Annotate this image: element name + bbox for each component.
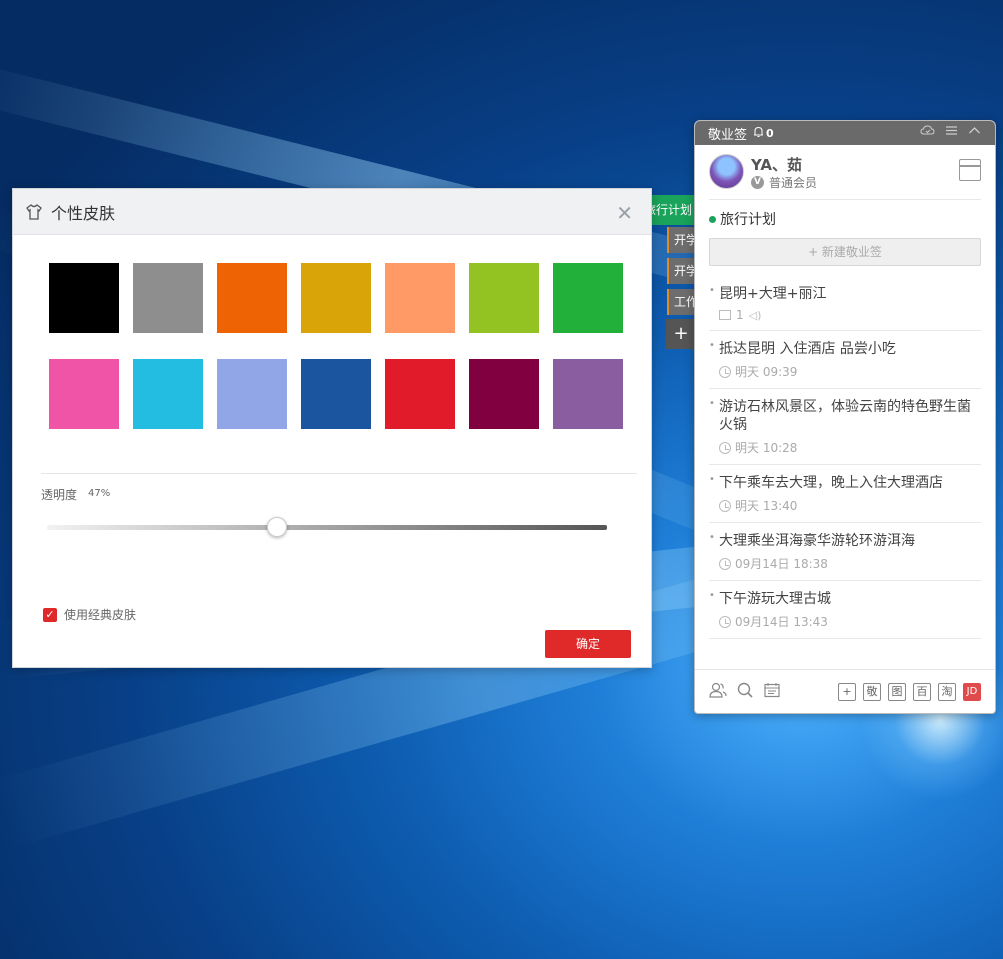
image-button[interactable]: 图 xyxy=(888,682,906,701)
note-meta: 明天 09:39 xyxy=(709,363,981,380)
menu-icon[interactable] xyxy=(945,124,958,137)
note-meta: 1 ◁) xyxy=(709,308,981,322)
cloud-sync-icon[interactable] xyxy=(920,124,935,137)
jingye-button[interactable]: 敬 xyxy=(863,682,881,701)
category-name: 旅行计划 xyxy=(720,212,776,228)
note-text: 下午游玩大理古城 xyxy=(709,590,981,608)
note-item[interactable]: 游访石林风景区，体验云南的特色野生菌火锅明天 10:28 xyxy=(709,389,981,465)
note-text: 抵达昆明 入住酒店 品尝小吃 xyxy=(709,340,981,358)
confirm-button[interactable]: 确定 xyxy=(545,630,631,658)
attachment-count: 1 xyxy=(736,308,744,322)
shirt-icon xyxy=(26,203,42,220)
note-list: 昆明+大理+丽江1◁)抵达昆明 入住酒店 品尝小吃明天 09:39游访石林风景区… xyxy=(709,276,981,639)
clock-icon xyxy=(719,557,731,570)
category-dot-icon xyxy=(709,215,716,223)
note-time: 09月14日 18:38 xyxy=(735,557,828,571)
note-text: 昆明+大理+丽江 xyxy=(709,285,981,303)
note-meta: 09月14日 18:38 xyxy=(709,555,981,572)
reminder-count: 0 xyxy=(766,126,774,140)
search-icon[interactable] xyxy=(736,681,754,703)
color-swatch[interactable] xyxy=(133,263,203,333)
color-swatch[interactable] xyxy=(301,263,371,333)
image-icon xyxy=(719,310,731,320)
note-item[interactable]: 抵达昆明 入住酒店 品尝小吃明天 09:39 xyxy=(709,331,981,389)
add-button[interactable]: + xyxy=(838,682,856,701)
taobao-button[interactable]: 淘 xyxy=(938,682,956,701)
dialog-header: 个性皮肤 ✕ xyxy=(13,189,651,235)
note-text: 游访石林风景区，体验云南的特色野生菌火锅 xyxy=(709,398,981,434)
note-item[interactable]: 下午游玩大理古城 09月14日 13:43 xyxy=(709,581,981,639)
color-swatch[interactable] xyxy=(217,359,287,429)
color-swatch[interactable] xyxy=(385,263,455,333)
clock-icon xyxy=(719,441,731,454)
background-add-button[interactable]: + xyxy=(666,319,696,349)
close-icon[interactable]: ✕ xyxy=(616,201,633,225)
color-swatch[interactable] xyxy=(49,263,119,333)
collapse-icon[interactable] xyxy=(968,124,981,137)
app-name: 敬业签 xyxy=(708,127,748,143)
opacity-slider-thumb[interactable] xyxy=(266,517,287,537)
classic-skin-label[interactable]: 使用经典皮肤 xyxy=(64,606,136,623)
clock-icon xyxy=(719,615,731,628)
background-tab-2[interactable]: 开学 xyxy=(667,258,697,284)
color-swatch[interactable] xyxy=(301,359,371,429)
calendar-icon[interactable] xyxy=(959,159,981,181)
note-meta: 明天 10:28 xyxy=(709,439,981,456)
note-item[interactable]: 昆明+大理+丽江 1 ◁) xyxy=(709,276,981,331)
note-item[interactable]: 下午乘车去大理，晚上入住大理酒店明天 13:40 xyxy=(709,465,981,523)
clock-icon xyxy=(719,365,731,378)
skin-dialog: 个性皮肤 ✕ 透明度 47% ✓ 使用经典皮肤 确定 xyxy=(12,188,652,668)
classic-skin-option[interactable]: ✓ 使用经典皮肤 xyxy=(43,606,136,623)
avatar[interactable] xyxy=(709,154,744,189)
note-time: 明天 10:28 xyxy=(735,441,798,455)
widget-title-bar[interactable]: 敬业签 0 xyxy=(695,121,995,145)
member-level-label: 普通会员 xyxy=(769,176,818,190)
bell-icon[interactable] xyxy=(753,126,764,141)
widget-footer: + 敬图百淘 JD xyxy=(695,669,995,713)
color-swatch[interactable] xyxy=(469,263,539,333)
color-swatch[interactable] xyxy=(553,263,623,333)
clock-icon xyxy=(719,499,731,512)
speaker-icon: ◁) xyxy=(748,308,762,322)
background-tab-1[interactable]: 开学 xyxy=(667,227,697,253)
divider xyxy=(41,473,637,474)
user-info: YA、茹 V 普通会员 xyxy=(709,145,981,200)
color-swatch[interactable] xyxy=(553,359,623,429)
note-text: 下午乘车去大理，晚上入住大理酒店 xyxy=(709,474,981,492)
jd-button[interactable]: JD xyxy=(963,682,981,701)
note-item[interactable]: 大理乘坐洱海豪华游轮环游洱海 09月14日 18:38 xyxy=(709,523,981,581)
note-meta: 明天 13:40 xyxy=(709,497,981,514)
note-calendar-icon[interactable] xyxy=(763,681,781,703)
background-tab-3[interactable]: 工作 xyxy=(667,289,697,315)
note-time: 明天 13:40 xyxy=(735,499,798,513)
color-swatch[interactable] xyxy=(133,359,203,429)
color-swatch[interactable] xyxy=(49,359,119,429)
baidu-button[interactable]: 百 xyxy=(913,682,931,701)
note-text: 大理乘坐洱海豪华游轮环游洱海 xyxy=(709,532,981,550)
color-swatch[interactable] xyxy=(385,359,455,429)
classic-skin-checkbox[interactable]: ✓ xyxy=(43,607,57,622)
opacity-slider[interactable] xyxy=(47,517,607,537)
note-time: 09月14日 13:43 xyxy=(735,615,828,629)
vip-badge-icon: V xyxy=(751,176,764,189)
dialog-title: 个性皮肤 xyxy=(51,203,116,223)
color-swatch[interactable] xyxy=(217,263,287,333)
color-swatch-grid xyxy=(49,263,623,429)
category-header[interactable]: 旅行计划 xyxy=(709,200,981,238)
note-widget: 敬业签 0 YA、茹 V 普通会员 旅行计划 + 新建敬业签 昆明+大理+丽江 1… xyxy=(694,120,996,714)
note-time: 明天 09:39 xyxy=(735,365,798,379)
opacity-value: 47% xyxy=(88,488,111,499)
member-level: V 普通会员 xyxy=(751,174,817,191)
opacity-label: 透明度 xyxy=(41,488,78,502)
new-note-button[interactable]: + 新建敬业签 xyxy=(709,238,981,266)
color-swatch[interactable] xyxy=(469,359,539,429)
user-name: YA、茹 xyxy=(751,156,803,174)
contacts-icon[interactable] xyxy=(709,681,727,703)
note-meta: 09月14日 13:43 xyxy=(709,613,981,630)
